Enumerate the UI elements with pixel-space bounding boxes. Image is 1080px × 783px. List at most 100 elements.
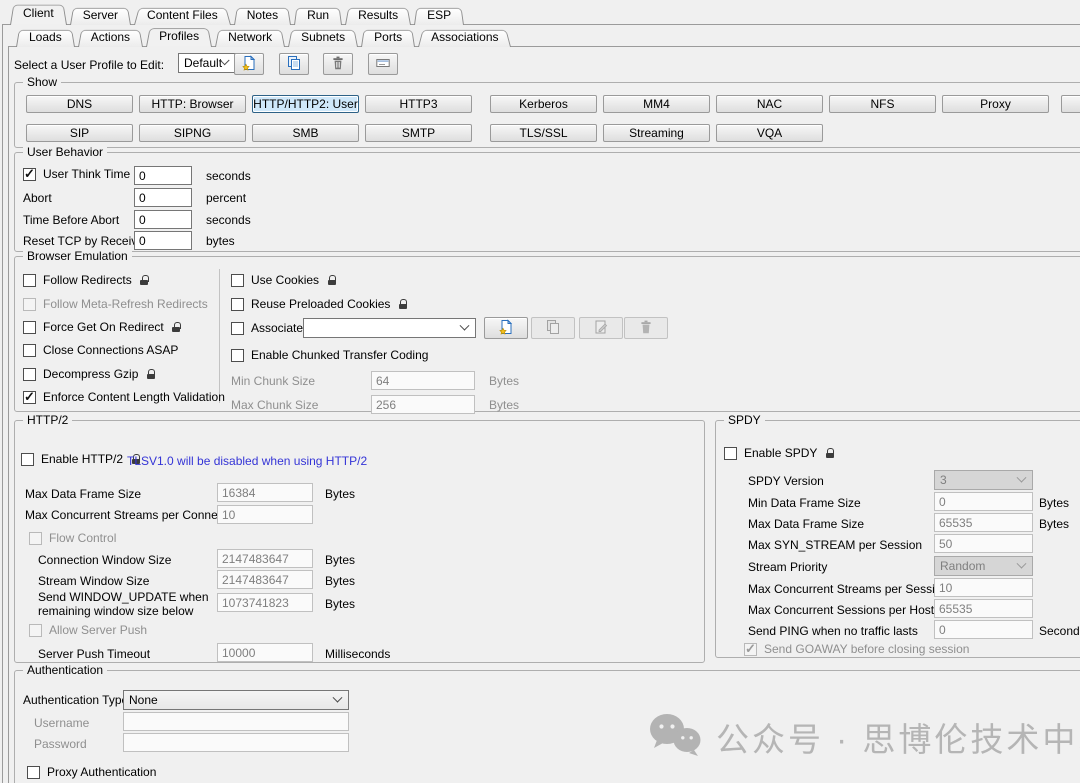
window-update-label: Send WINDOW_UPDATE when remaining window… xyxy=(38,590,209,618)
show-button-clipped[interactable] xyxy=(1061,95,1080,113)
close-connections-asap-label: Close Connections ASAP xyxy=(43,343,178,357)
delete-profile-button[interactable] xyxy=(323,53,353,75)
show-button-mm4[interactable]: MM4 xyxy=(603,95,710,113)
tab-notes[interactable]: Notes xyxy=(234,6,291,25)
tab-results[interactable]: Results xyxy=(345,6,411,25)
min-chunk-size-label: Min Chunk Size xyxy=(231,374,315,388)
copy-profile-button[interactable] xyxy=(279,53,309,75)
user-behavior-title: User Behavior xyxy=(23,145,107,159)
spdy-stream-priority-dropdown: Random xyxy=(934,556,1033,576)
decompress-gzip-row: Decompress Gzip xyxy=(23,367,155,381)
show-button-http3[interactable]: HTTP3 xyxy=(365,95,472,113)
new-cookie-jar-button[interactable] xyxy=(484,317,528,339)
wechat-icon xyxy=(648,712,702,761)
password-label: Password xyxy=(34,737,87,751)
decompress-gzip-label: Decompress Gzip xyxy=(43,367,138,381)
tab-client[interactable]: Client xyxy=(10,2,67,25)
show-button-kerberos[interactable]: Kerberos xyxy=(490,95,597,113)
proxy-authentication-label: Proxy Authentication xyxy=(47,765,156,779)
server-push-timeout-input xyxy=(217,643,313,662)
tab-subnets[interactable]: Subnets xyxy=(288,28,358,47)
force-get-on-redirect-checkbox[interactable] xyxy=(23,321,36,334)
tab-content-files[interactable]: Content Files xyxy=(134,6,231,25)
show-group: Show DNS HTTP: Browser HTTP/HTTP2: User … xyxy=(14,82,1080,148)
decompress-gzip-checkbox[interactable] xyxy=(23,368,36,381)
show-button-vqa[interactable]: VQA xyxy=(716,124,823,142)
http2-group-title: HTTP/2 xyxy=(23,413,72,427)
show-button-http-browser[interactable]: HTTP: Browser xyxy=(139,95,246,113)
time-before-abort-label: Time Before Abort xyxy=(23,213,119,227)
reset-tcp-label: Reset TCP by Received xyxy=(23,234,151,248)
show-button-sip[interactable]: SIP xyxy=(26,124,133,142)
enable-chunked-checkbox[interactable] xyxy=(231,349,244,362)
profile-select-dropdown[interactable]: Default xyxy=(178,53,236,73)
close-connections-asap-checkbox[interactable] xyxy=(23,344,36,357)
abort-unit: percent xyxy=(206,191,246,205)
proxy-authentication-row: Proxy Authentication xyxy=(27,765,156,779)
time-before-abort-input[interactable] xyxy=(134,210,192,229)
follow-redirects-checkbox[interactable] xyxy=(23,274,36,287)
abort-input[interactable] xyxy=(134,188,192,207)
new-profile-button[interactable] xyxy=(234,53,264,75)
user-think-time-checkbox[interactable] xyxy=(23,168,36,181)
browser-emulation-title: Browser Emulation xyxy=(23,249,132,263)
show-button-proxy[interactable]: Proxy xyxy=(942,95,1049,113)
abort-label: Abort xyxy=(23,191,52,205)
spdy-stream-priority-value: Random xyxy=(940,559,985,573)
show-button-sipng[interactable]: SIPNG xyxy=(139,124,246,142)
tab-network[interactable]: Network xyxy=(215,28,285,47)
show-button-streaming[interactable]: Streaming xyxy=(603,124,710,142)
tab-actions[interactable]: Actions xyxy=(78,28,143,47)
connection-window-size-input xyxy=(217,549,313,568)
associate-cookie-jar-checkbox[interactable] xyxy=(231,322,244,335)
show-button-dns[interactable]: DNS xyxy=(26,95,133,113)
reuse-preloaded-cookies-checkbox[interactable] xyxy=(231,298,244,311)
enforce-content-length-checkbox[interactable] xyxy=(23,391,36,404)
tab-profiles[interactable]: Profiles xyxy=(146,26,212,47)
spdy-ping-label: Send PING when no traffic lasts xyxy=(748,624,918,638)
proxy-authentication-checkbox[interactable] xyxy=(27,766,40,779)
user-think-time-input[interactable] xyxy=(134,166,192,185)
show-button-http-http2-user[interactable]: HTTP/HTTP2: User xyxy=(252,95,359,113)
enable-spdy-checkbox[interactable] xyxy=(724,447,737,460)
show-button-smtp[interactable]: SMTP xyxy=(365,124,472,142)
follow-meta-refresh-label: Follow Meta-Refresh Redirects xyxy=(43,297,208,311)
tab-ports[interactable]: Ports xyxy=(361,28,415,47)
tab-esp[interactable]: ESP xyxy=(414,6,464,25)
stream-window-size-label: Stream Window Size xyxy=(38,574,149,588)
flow-control-row: Flow Control xyxy=(29,531,116,545)
tab-run[interactable]: Run xyxy=(294,6,342,25)
cookie-jar-dropdown[interactable] xyxy=(303,318,476,338)
user-behavior-group: User Behavior User Think Time seconds Ab… xyxy=(14,152,1080,252)
copy-icon xyxy=(545,319,561,338)
tab-server[interactable]: Server xyxy=(70,6,131,25)
show-button-tls-ssl[interactable]: TLS/SSL xyxy=(490,124,597,142)
profile-select-label: Select a User Profile to Edit: xyxy=(14,58,164,72)
authentication-type-dropdown[interactable]: None xyxy=(123,690,349,710)
allow-server-push-row: Allow Server Push xyxy=(29,623,147,637)
follow-redirects-label: Follow Redirects xyxy=(43,273,132,287)
rename-profile-button[interactable] xyxy=(368,53,398,75)
use-cookies-checkbox[interactable] xyxy=(231,274,244,287)
tab-loads[interactable]: Loads xyxy=(16,28,75,47)
spdy-max-streams-label: Max Concurrent Streams per Session xyxy=(748,582,948,596)
authentication-type-value: None xyxy=(129,693,158,707)
connection-window-size-unit: Bytes xyxy=(325,553,355,567)
enforce-content-length-row: Enforce Content Length Validation xyxy=(23,390,225,404)
reuse-preloaded-cookies-row: Reuse Preloaded Cookies xyxy=(231,297,407,311)
show-button-nac[interactable]: NAC xyxy=(716,95,823,113)
window-update-label-line2: remaining window size below xyxy=(38,604,209,618)
reuse-preloaded-cookies-label: Reuse Preloaded Cookies xyxy=(251,297,390,311)
show-button-nfs[interactable]: NFS xyxy=(829,95,936,113)
spdy-max-frame-input xyxy=(934,513,1033,532)
show-button-smb[interactable]: SMB xyxy=(252,124,359,142)
spdy-group-title: SPDY xyxy=(724,413,765,427)
max-streams-per-connection-label: Max Concurrent Streams per Connection xyxy=(25,508,243,522)
lock-icon xyxy=(172,322,181,332)
enable-http2-row: Enable HTTP/2 xyxy=(21,452,140,466)
reset-tcp-input[interactable] xyxy=(134,231,192,250)
follow-meta-refresh-checkbox xyxy=(23,298,36,311)
enable-http2-checkbox[interactable] xyxy=(21,453,34,466)
tab-associations[interactable]: Associations xyxy=(418,28,511,47)
spdy-max-frame-label: Max Data Frame Size xyxy=(748,517,864,531)
